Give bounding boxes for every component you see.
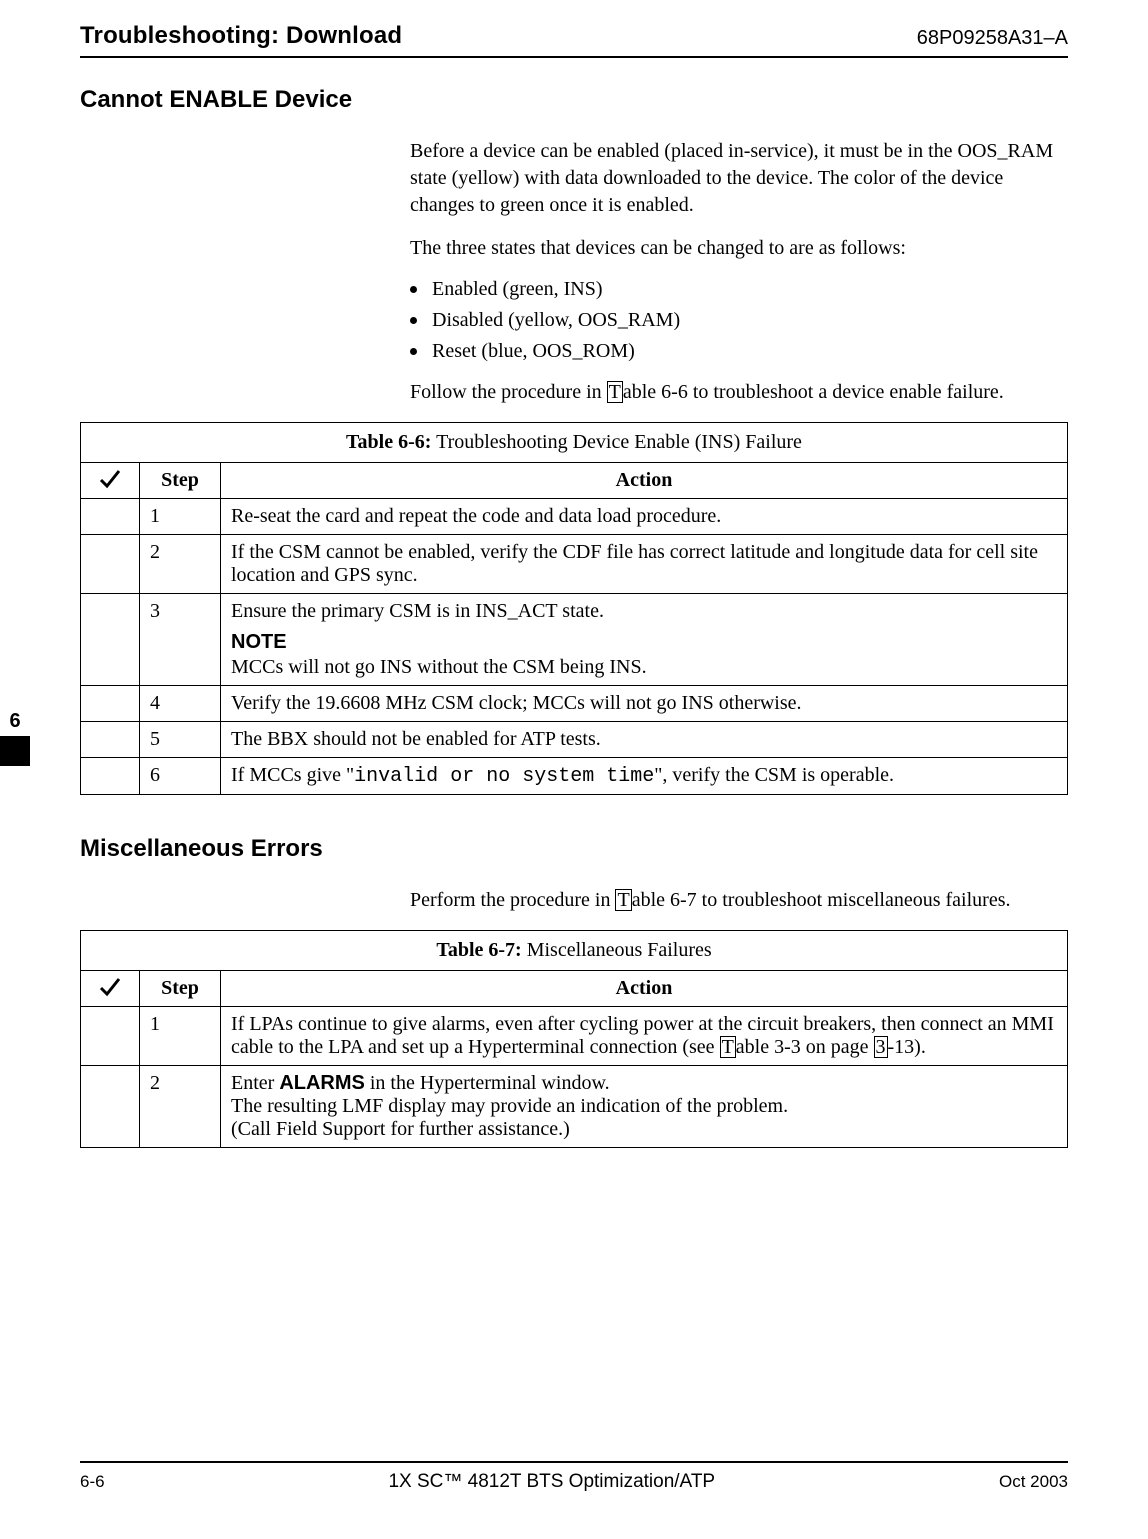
bullet-item: Enabled (green, INS): [410, 278, 1068, 301]
action-cell: If MCCs give "invalid or no system time"…: [221, 758, 1068, 795]
step-cell: 4: [140, 686, 221, 722]
table-caption: Table 6-6: Troubleshooting Device Enable…: [81, 423, 1068, 463]
text-fragment: (Call Field Support for further assistan…: [231, 1118, 570, 1140]
page-cross-ref-link[interactable]: 3: [874, 1036, 888, 1058]
text-fragment: able 3-3 on page: [736, 1036, 869, 1058]
chapter-tab-block: [0, 736, 30, 766]
action-column-header: Action: [221, 971, 1068, 1007]
text-fragment: able 6-6 to troubleshoot a device enable…: [623, 381, 1004, 403]
table-6-6: Table 6-6: Troubleshooting Device Enable…: [80, 422, 1068, 795]
table-row: 2 Enter ALARMS in the Hyperterminal wind…: [81, 1066, 1068, 1148]
step-cell: 3: [140, 594, 221, 686]
action-cell: If the CSM cannot be enabled, verify the…: [221, 535, 1068, 594]
step-cell: 1: [140, 1007, 221, 1066]
mono-text: invalid or no system time: [354, 765, 654, 788]
step-cell: 2: [140, 535, 221, 594]
action-column-header: Action: [221, 463, 1068, 499]
heading-cannot-enable: Cannot ENABLE Device: [80, 86, 1068, 114]
table-cross-ref-link[interactable]: T: [720, 1036, 736, 1058]
text-fragment: Ensure the primary CSM is in INS_ACT sta…: [231, 600, 604, 622]
page-number: 6-6: [80, 1472, 105, 1492]
bullet-item: Disabled (yellow, OOS_RAM): [410, 309, 1068, 332]
check-cell: [81, 1007, 140, 1066]
step-cell: 1: [140, 499, 221, 535]
table-row: 3 Ensure the primary CSM is in INS_ACT s…: [81, 594, 1068, 686]
check-cell: [81, 1066, 140, 1148]
para-follow-procedure: Follow the procedure in Table 6-6 to tro…: [410, 379, 1068, 406]
action-cell: If LPAs continue to give alarms, even af…: [221, 1007, 1068, 1066]
table-row: 2 If the CSM cannot be enabled, verify t…: [81, 535, 1068, 594]
check-cell: [81, 758, 140, 795]
state-bullet-list: Enabled (green, INS) Disabled (yellow, O…: [410, 278, 1068, 363]
text-fragment: ", verify the CSM is operable.: [654, 764, 894, 786]
check-column-header: [81, 463, 140, 499]
text-fragment: in the Hyperterminal window.: [365, 1072, 610, 1094]
text-fragment: The resulting LMF display may provide an…: [231, 1095, 788, 1117]
command-text: ALARMS: [279, 1072, 365, 1094]
check-cell: [81, 722, 140, 758]
action-cell: Ensure the primary CSM is in INS_ACT sta…: [221, 594, 1068, 686]
para-intro-1: Before a device can be enabled (placed i…: [410, 138, 1068, 219]
step-column-header: Step: [140, 463, 221, 499]
footer-doc-title: 1X SC™ 4812T BTS Optimization/ATP: [388, 1471, 715, 1493]
text-fragment: If LPAs continue to give alarms, even af…: [231, 1013, 1054, 1058]
step-cell: 2: [140, 1066, 221, 1148]
check-column-header: [81, 971, 140, 1007]
step-cell: 5: [140, 722, 221, 758]
text-fragment: Enter: [231, 1072, 279, 1094]
bullet-item: Reset (blue, OOS_ROM): [410, 340, 1068, 363]
table-row: 6 If MCCs give "invalid or no system tim…: [81, 758, 1068, 795]
chapter-tab: 6: [0, 706, 30, 766]
table-row: 4 Verify the 19.6608 MHz CSM clock; MCCs…: [81, 686, 1068, 722]
check-icon: [99, 469, 121, 489]
action-cell: Enter ALARMS in the Hyperterminal window…: [221, 1066, 1068, 1148]
text-fragment: -13).: [888, 1036, 926, 1058]
page-footer: 6-6 1X SC™ 4812T BTS Optimization/ATP Oc…: [80, 1461, 1068, 1493]
table-cross-ref-link[interactable]: T: [615, 889, 631, 911]
note-label: NOTE: [231, 631, 1057, 654]
text-fragment: If MCCs give ": [231, 764, 354, 786]
heading-misc-errors: Miscellaneous Errors: [80, 835, 1068, 863]
table-row: 5 The BBX should not be enabled for ATP …: [81, 722, 1068, 758]
para-perform-procedure: Perform the procedure in Table 6-7 to tr…: [410, 887, 1068, 914]
footer-date: Oct 2003: [999, 1472, 1068, 1492]
check-cell: [81, 594, 140, 686]
text-fragment: Follow the procedure in: [410, 381, 602, 403]
table-number: Table 6-7:: [436, 939, 521, 961]
table-number: Table 6-6:: [346, 431, 431, 453]
action-cell: The BBX should not be enabled for ATP te…: [221, 722, 1068, 758]
header-title: Troubleshooting: Download: [80, 22, 402, 50]
step-column-header: Step: [140, 971, 221, 1007]
check-cell: [81, 535, 140, 594]
page-header: Troubleshooting: Download 68P09258A31–A: [80, 22, 1068, 58]
text-fragment: Perform the procedure in: [410, 889, 610, 911]
header-doc-code: 68P09258A31–A: [917, 27, 1068, 50]
step-cell: 6: [140, 758, 221, 795]
check-cell: [81, 686, 140, 722]
check-cell: [81, 499, 140, 535]
para-intro-2: The three states that devices can be cha…: [410, 235, 1068, 262]
action-cell: Re-seat the card and repeat the code and…: [221, 499, 1068, 535]
table-title: Miscellaneous Failures: [527, 939, 712, 961]
action-cell: Verify the 19.6608 MHz CSM clock; MCCs w…: [221, 686, 1068, 722]
table-caption: Table 6-7: Miscellaneous Failures: [81, 931, 1068, 971]
chapter-number: 6: [0, 706, 30, 736]
table-row: 1 Re-seat the card and repeat the code a…: [81, 499, 1068, 535]
note-text: MCCs will not go INS without the CSM bei…: [231, 656, 647, 678]
check-icon: [99, 977, 121, 997]
table-cross-ref-link[interactable]: T: [607, 381, 623, 403]
text-fragment: able 6-7 to troubleshoot miscellaneous f…: [632, 889, 1011, 911]
table-row: 1 If LPAs continue to give alarms, even …: [81, 1007, 1068, 1066]
table-title: Troubleshooting Device Enable (INS) Fail…: [436, 431, 802, 453]
table-6-7: Table 6-7: Miscellaneous Failures Step A…: [80, 930, 1068, 1148]
